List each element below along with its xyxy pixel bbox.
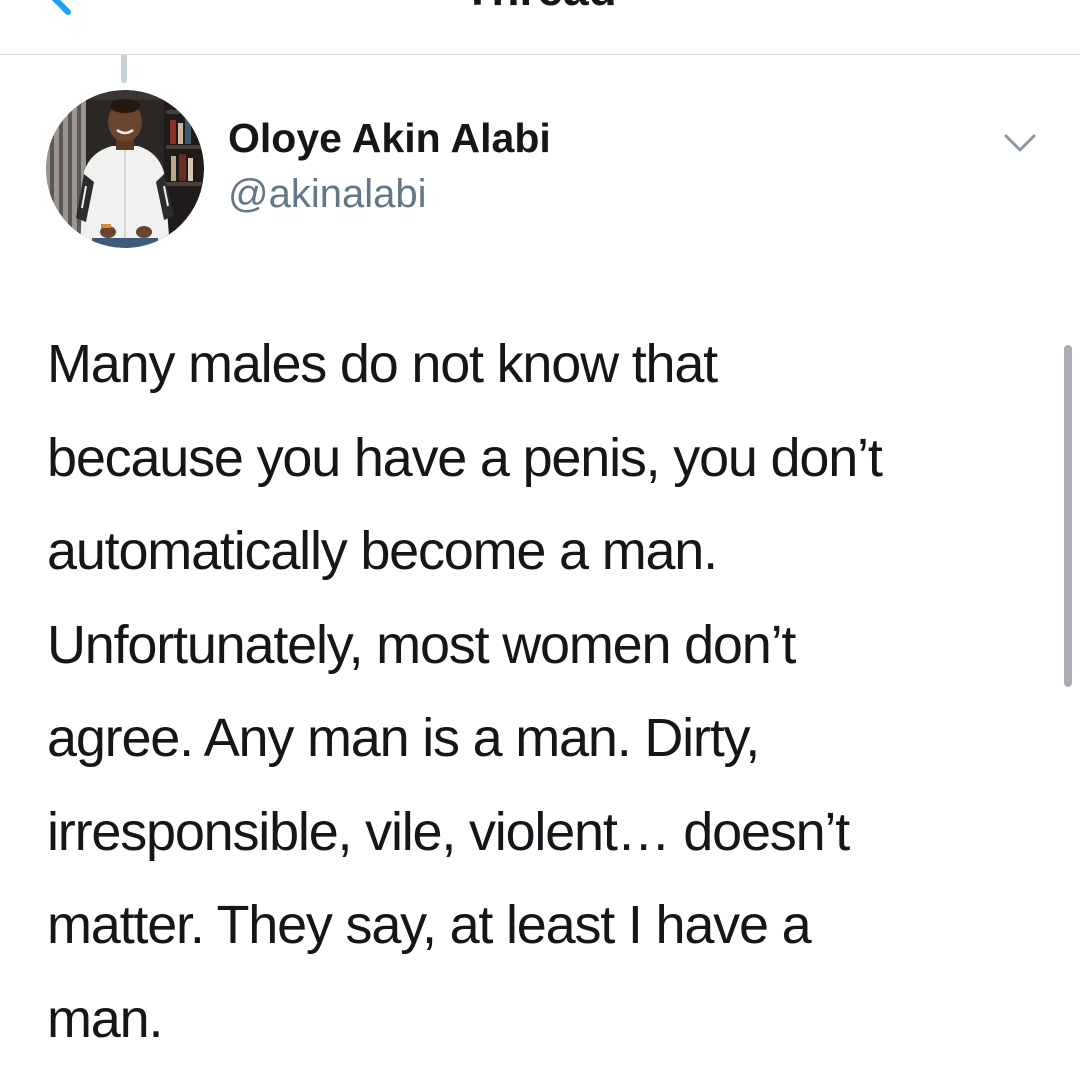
avatar[interactable]: [46, 90, 204, 248]
tweet-text-line: agree. Any man is a man. Dirty,: [47, 708, 760, 768]
tweet-text-line: Many males do not know that: [47, 334, 718, 394]
author-handle[interactable]: @akinalabi: [228, 170, 427, 218]
avatar-photo: [46, 90, 204, 248]
tweet-text-line: irresponsible, vile, violent… doesn’t: [47, 801, 850, 862]
page-title: Thread: [0, 0, 1080, 12]
tweet-text-line: matter. They say, at least I have a: [47, 895, 812, 955]
tweet-options-button[interactable]: [996, 124, 1044, 164]
thread-connector-line: [121, 55, 127, 83]
tweet-text: Many males do not know that because you …: [47, 318, 1047, 1066]
tweet-text-line: man.: [47, 988, 163, 1049]
chevron-down-icon: [1004, 134, 1036, 152]
scroll-indicator[interactable]: [1064, 345, 1072, 687]
tweet-text-line: Unfortunately, most women don’t: [47, 614, 796, 675]
tweet-text-line: automatically become a man.: [47, 521, 718, 581]
author-display-name[interactable]: Oloye Akin Alabi: [228, 114, 551, 162]
tweet-text-line: because you have a penis, you don’t: [47, 427, 883, 488]
nav-bar: Thread: [0, 0, 1080, 55]
